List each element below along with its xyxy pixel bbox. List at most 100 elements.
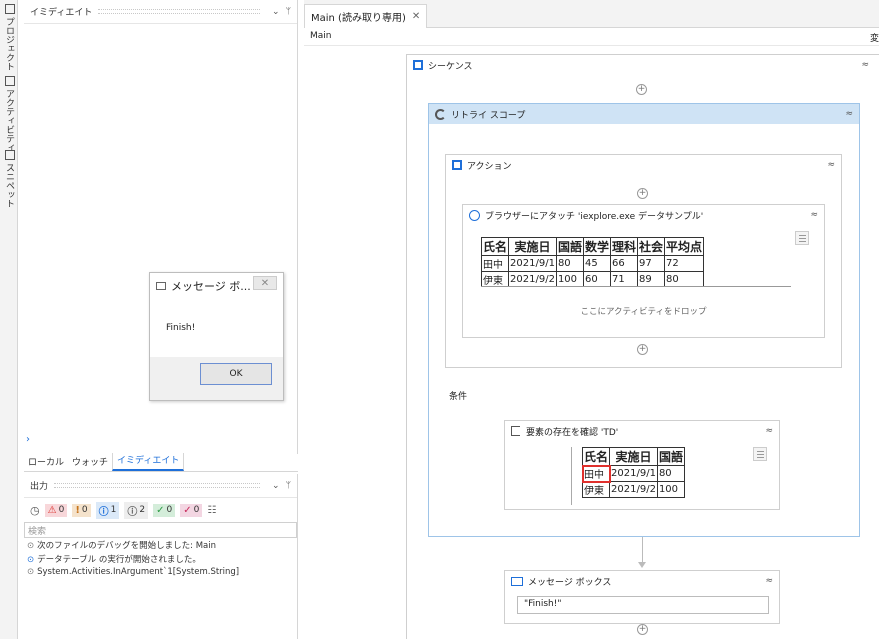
left-rail: プロジェクト アクティビティ スニペット <box>0 0 18 639</box>
collapse-icon[interactable]: ≈ <box>765 426 773 436</box>
info-icon: ⓘ <box>98 506 109 518</box>
check-icon: ✓ <box>183 504 192 516</box>
add-activity-icon[interactable]: + <box>636 84 647 95</box>
chevron-down-icon[interactable]: ⌄ <box>272 7 280 17</box>
collapse-icon[interactable]: ≈ <box>861 60 869 70</box>
warning-icon: ! <box>75 504 80 516</box>
attach-browser-title: ブラウザーにアタッチ 'iexplore.exe データサンプル' <box>485 211 704 222</box>
retry-scope-title: リトライ スコープ <box>451 110 526 121</box>
output-panel-header: 出力 ⌄ ᛘ <box>24 474 297 498</box>
trace-filter-button[interactable]: ⓘ 2 <box>124 501 149 519</box>
rail-item-snippets[interactable]: スニペット <box>3 150 16 208</box>
sequence-header: シーケンス ≈ <box>407 55 879 75</box>
globe-icon <box>469 209 480 221</box>
error-count: 0 <box>58 505 65 515</box>
output-panel: 出力 ⌄ ᛘ ◷ ⚠ 0 ! 0 ⓘ 1 ⓘ 2 ✓ 0 ✓ 0 ☷ 検索 ⊙ 次のファイルの… <box>24 474 298 639</box>
retry-icon <box>435 108 446 120</box>
sequence-icon <box>413 60 423 70</box>
dialog-title: メッセージ ボ... <box>171 280 251 293</box>
pin-icon[interactable]: ᛘ <box>286 481 291 491</box>
window-icon <box>156 282 166 290</box>
trace-count: 2 <box>139 505 146 515</box>
warning-count: 0 <box>81 505 88 515</box>
message-box-title: メッセージ ボックス <box>528 577 612 588</box>
panel-grip[interactable] <box>98 9 261 14</box>
rail-item-label: アクティビティ <box>4 89 14 152</box>
chevron-down-icon[interactable]: ⌄ <box>272 481 280 491</box>
log-line[interactable]: ⊙ データテーブル の実行が開始されました。 <box>24 552 297 566</box>
message-box-activity[interactable]: メッセージ ボックス ≈ "Finish!" <box>504 570 780 624</box>
panel-grip[interactable] <box>54 483 261 488</box>
attach-browser-header: ブラウザーにアタッチ 'iexplore.exe データサンプル' ≈ <box>463 205 824 225</box>
error-icon: ⚠ <box>47 504 57 516</box>
target-cell: 田中 <box>581 464 611 483</box>
element-screenshot: 氏名 実施日 国語 田中 2021/9/1 80 伊東 2021/9/2 100 <box>571 447 699 505</box>
tab-locals[interactable]: ローカル <box>24 455 68 471</box>
output-search-input[interactable]: 検索 <box>24 522 297 538</box>
element-exists-activity[interactable]: 要素の存在を確認 'TD' ≈ 氏名 実施日 国語 田中 2021/9/1 80… <box>504 420 780 510</box>
immediate-panel-title: イミディエイト <box>30 8 93 18</box>
tab-main[interactable]: Main (読み取り専用) ✕ <box>304 4 428 28</box>
add-activity-icon[interactable]: + <box>637 188 648 199</box>
info-circle-icon: ⊙ <box>27 555 35 565</box>
message-text-field[interactable]: "Finish!" <box>517 596 769 614</box>
clock-icon[interactable]: ◷ <box>30 504 40 517</box>
collapse-icon[interactable]: ≈ <box>827 160 835 170</box>
rail-item-label: スニペット <box>4 163 14 208</box>
designer-canvas: シーケンス ≈ + リトライ スコープ ≈ アクション ≈ + ブラウザーにアタ… <box>304 46 879 639</box>
breadcrumb-item[interactable]: Main <box>310 31 332 41</box>
breakpoint-count: 0 <box>193 505 200 515</box>
breakpoint-filter-button[interactable]: ✓ 0 <box>180 503 203 517</box>
info-filter-button[interactable]: ⓘ 1 <box>95 501 120 519</box>
options-icon[interactable]: ☷ <box>207 505 216 516</box>
collapse-icon[interactable]: ≈ <box>845 109 853 119</box>
sequence-icon <box>452 160 462 170</box>
warning-filter-button[interactable]: ! 0 <box>72 503 91 517</box>
tab-watch[interactable]: ウォッチ <box>68 455 112 471</box>
sequence-title: シーケンス <box>428 61 473 72</box>
drop-hint[interactable]: ここにアクティビティをドロップ <box>463 305 824 317</box>
rail-item-project[interactable]: プロジェクト <box>3 4 16 71</box>
dialog-close-button[interactable]: ✕ <box>253 276 277 290</box>
condition-label: 条件 <box>449 392 468 402</box>
element-data-table: 氏名 実施日 国語 田中 2021/9/1 80 伊東 2021/9/2 100 <box>581 447 685 498</box>
action-header: アクション ≈ <box>446 155 841 175</box>
menu-icon[interactable] <box>795 231 809 245</box>
browser-data-table: 氏名 実施日 国語 数学 理科 社会 平均点 田中 2021/9/1 80 45… <box>481 237 705 286</box>
check-icon: ✓ <box>156 504 165 516</box>
log-line[interactable]: ⊙ 次のファイルのデバッグを開始しました: Main <box>24 538 297 552</box>
menu-icon[interactable] <box>753 447 767 461</box>
message-icon <box>511 576 523 586</box>
connector-line <box>642 537 643 565</box>
collapse-icon[interactable]: ≈ <box>810 210 818 220</box>
element-exists-title: 要素の存在を確認 'TD' <box>526 427 619 438</box>
tab-immediate[interactable]: イミディエイト <box>112 453 185 471</box>
add-activity-icon[interactable]: + <box>637 344 648 355</box>
log-line[interactable]: ⊙ System.Activities.InArgument`1[System.S… <box>24 566 297 578</box>
info-circle-icon: ⊙ <box>27 541 35 551</box>
ok-button[interactable]: OK <box>200 363 272 385</box>
rail-item-activities[interactable]: アクティビティ <box>3 76 16 152</box>
document-tabbar: Main (読み取り専用) ✕ <box>304 0 879 28</box>
variables-toggle[interactable]: 変 <box>870 31 879 44</box>
dialog-message: Finish! <box>150 299 283 357</box>
info-count: 1 <box>110 505 117 515</box>
success-filter-button[interactable]: ✓ 0 <box>153 503 176 517</box>
connector-arrow-icon <box>638 562 646 568</box>
add-activity-icon[interactable]: + <box>637 624 648 635</box>
collapse-icon[interactable]: ≈ <box>765 576 773 586</box>
pin-icon[interactable]: ᛘ <box>286 7 291 17</box>
debug-tabs: ローカル ウォッチ イミディエイト <box>24 453 298 472</box>
error-filter-button[interactable]: ⚠ 0 <box>44 503 68 517</box>
attach-browser-activity[interactable]: ブラウザーにアタッチ 'iexplore.exe データサンプル' ≈ 氏名 実… <box>462 204 825 338</box>
output-toolbar: ◷ ⚠ 0 ! 0 ⓘ 1 ⓘ 2 ✓ 0 ✓ 0 ☷ <box>24 498 297 522</box>
element-exists-header: 要素の存在を確認 'TD' ≈ <box>505 421 779 441</box>
activities-icon <box>4 76 15 86</box>
rail-item-label: プロジェクト <box>4 17 14 71</box>
output-panel-title: 出力 <box>30 482 49 492</box>
close-icon[interactable]: ✕ <box>412 11 420 22</box>
immediate-panel-header: イミディエイト ⌄ ᛘ <box>24 0 297 24</box>
tab-label: Main (読み取り専用) <box>311 13 406 24</box>
snippets-icon <box>4 150 15 160</box>
immediate-prompt-icon[interactable]: › <box>26 434 30 445</box>
